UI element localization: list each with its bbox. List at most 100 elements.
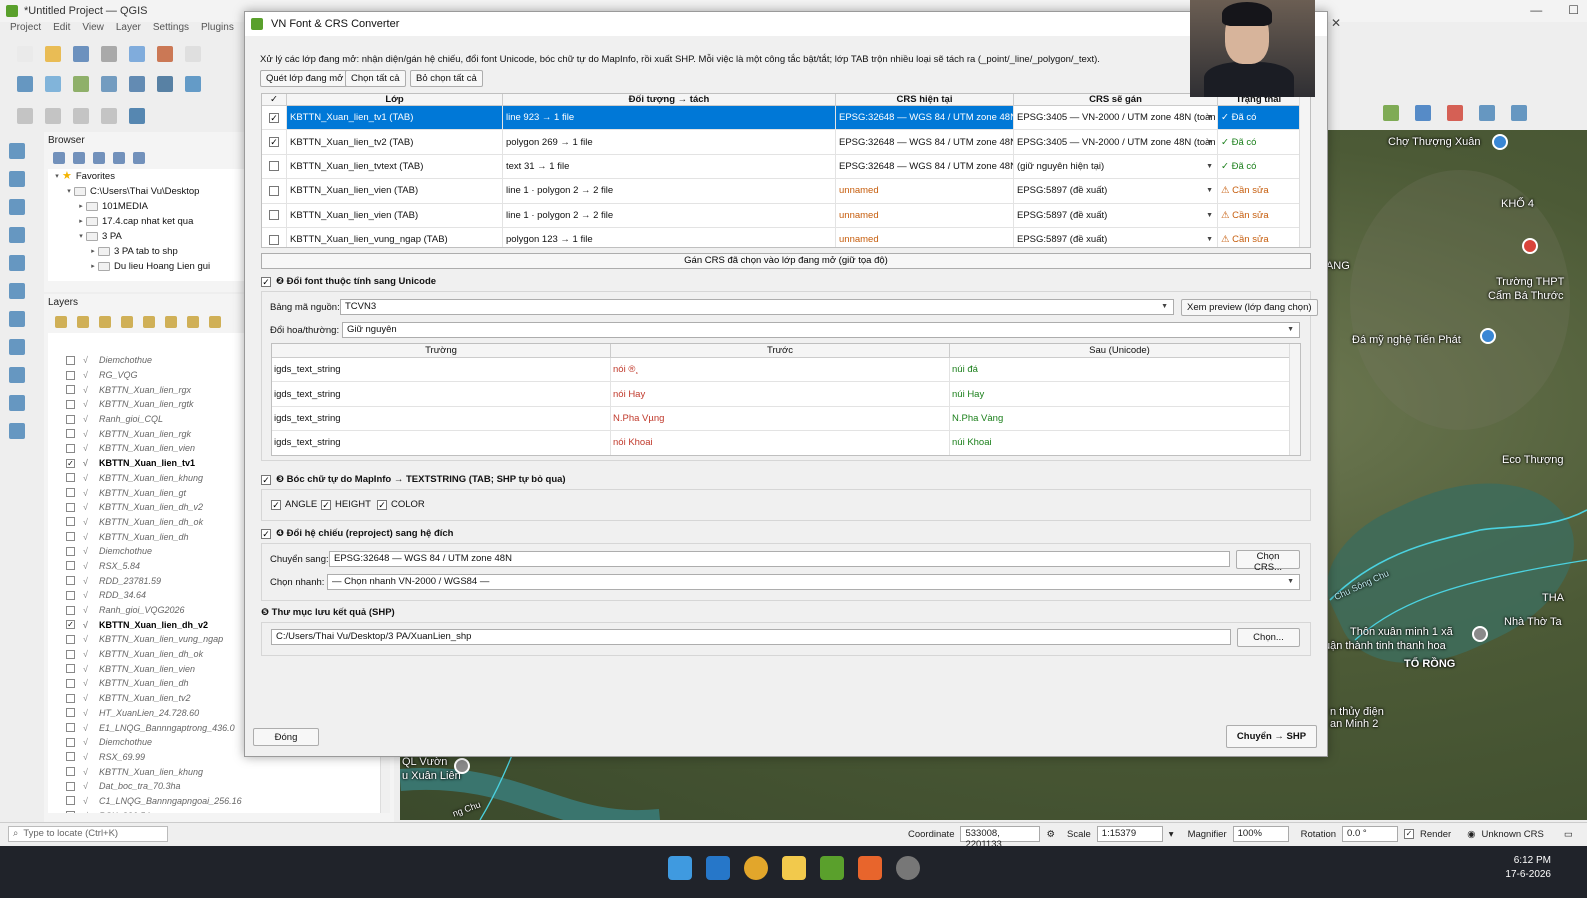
annotation-icon[interactable] bbox=[98, 105, 120, 127]
close-icon[interactable]: ✕ bbox=[1331, 16, 1341, 30]
refresh-icon[interactable] bbox=[72, 151, 86, 165]
expand-arrow-icon[interactable]: ▸ bbox=[88, 244, 98, 259]
messages-icon[interactable]: ▭ bbox=[1564, 829, 1573, 840]
identify-icon[interactable] bbox=[42, 105, 64, 127]
locator-search[interactable]: ⌕ Type to locate (Ctrl+K) bbox=[8, 825, 168, 842]
font-table-header-cell[interactable]: Sau (Unicode) bbox=[950, 344, 1290, 357]
expand-arrow-icon[interactable]: ▸ bbox=[76, 214, 86, 229]
target-crs-field[interactable]: EPSG:32648 — WGS 84 / UTM zone 48N bbox=[329, 551, 1230, 567]
add-table-icon[interactable] bbox=[6, 420, 28, 442]
layer-table-row[interactable]: KBTTN_Xuan_lien_vien (TAB) line 1 · polyg… bbox=[262, 203, 1310, 228]
layer-visibility-checkbox[interactable] bbox=[66, 767, 75, 777]
menu-item-edit[interactable]: Edit bbox=[53, 22, 70, 36]
georeferencer-icon[interactable] bbox=[1380, 102, 1402, 124]
add-group-icon[interactable] bbox=[76, 315, 90, 329]
expression-filter-icon[interactable] bbox=[142, 315, 156, 329]
menu-item-view[interactable]: View bbox=[82, 22, 104, 36]
layer-row-checkbox[interactable] bbox=[269, 161, 279, 172]
add-wfs-icon[interactable] bbox=[182, 73, 204, 95]
select-all-button[interactable]: Chọn tất cả bbox=[345, 70, 406, 87]
font-table-row[interactable]: igds_text_string N.Pha Vµng N.Pha Vàng bbox=[272, 406, 1300, 432]
globe-icon[interactable]: ◉ bbox=[1467, 829, 1475, 840]
layer-list-item[interactable]: √ C1_LNQG_Bannngapngoai_256.16 bbox=[48, 794, 390, 809]
new-project-icon[interactable] bbox=[14, 43, 36, 65]
menu-item-layer[interactable]: Layer bbox=[116, 22, 141, 36]
layer-visibility-checkbox[interactable] bbox=[66, 517, 75, 527]
obs-icon[interactable] bbox=[896, 856, 920, 880]
digitize-icon[interactable] bbox=[98, 73, 120, 95]
layer-visibility-checkbox[interactable] bbox=[66, 649, 75, 659]
target-crs-select[interactable]: (giữ nguyên hiện tại) ▼ bbox=[1014, 154, 1218, 179]
open-project-icon[interactable] bbox=[42, 43, 64, 65]
style-layer-icon[interactable] bbox=[54, 315, 68, 329]
deselect-all-button[interactable]: Bỏ chọn tất cả bbox=[410, 70, 483, 87]
layer-visibility-checkbox[interactable] bbox=[66, 385, 75, 395]
python-console-icon[interactable] bbox=[126, 105, 148, 127]
layer-list-item[interactable]: √ KBTTN_Xuan_lien_khung bbox=[48, 764, 390, 779]
place-pin-icon[interactable] bbox=[1472, 626, 1488, 642]
hospital-pin-icon[interactable] bbox=[1522, 238, 1538, 254]
quick-crs-select[interactable]: — Chọn nhanh VN-2000 / WGS84 — ▼ bbox=[327, 574, 1300, 590]
shop-pin-icon[interactable] bbox=[1480, 328, 1496, 344]
convert-to-shp-button[interactable]: Chuyển → SHP bbox=[1226, 725, 1317, 748]
font-table-header-cell[interactable]: Trước bbox=[611, 344, 950, 357]
minimize-icon[interactable]: — bbox=[1530, 3, 1542, 17]
mapinfo-option-height[interactable]: ✓ HEIGHT bbox=[321, 499, 371, 510]
target-crs-select[interactable]: EPSG:3405 — VN-2000 / UTM zone 48N (toàn… bbox=[1014, 130, 1218, 154]
add-spatialite-icon[interactable] bbox=[6, 252, 28, 274]
menu-item-settings[interactable]: Settings bbox=[153, 22, 189, 36]
font-table-row[interactable]: igds_text_string nói Khoai núi Khoai bbox=[272, 431, 1300, 455]
layer-visibility-checkbox[interactable]: ✓ bbox=[66, 620, 75, 630]
layer-visibility-checkbox[interactable] bbox=[66, 355, 75, 365]
coordinate-field[interactable]: 533008, 2201133 bbox=[960, 826, 1041, 850]
vscode-icon[interactable] bbox=[706, 856, 730, 880]
option-checkbox[interactable]: ✓ bbox=[271, 499, 281, 510]
expand-arrow-icon[interactable]: ▾ bbox=[64, 184, 74, 199]
expand-arrow-icon[interactable]: ▸ bbox=[76, 199, 86, 214]
target-crs-select[interactable]: EPSG:5897 (đề xuất) ▼ bbox=[1014, 179, 1218, 203]
layer-row-checkbox[interactable] bbox=[269, 234, 279, 245]
add-vector-icon[interactable] bbox=[6, 140, 28, 162]
layer-visibility-checkbox[interactable] bbox=[66, 781, 75, 791]
preview-button[interactable]: Xem preview (lớp đang chọn) bbox=[1181, 299, 1318, 316]
reproject-section-checkbox[interactable]: ✓ bbox=[261, 528, 271, 539]
map-poi-icon[interactable] bbox=[1492, 134, 1508, 150]
layer-visibility-checkbox[interactable] bbox=[66, 708, 75, 718]
measure-icon[interactable] bbox=[70, 105, 92, 127]
assign-crs-button[interactable]: Gán CRS đã chọn vào lớp đang mở (giữ tọa… bbox=[261, 253, 1311, 269]
taskbar-clock[interactable]: 6:12 PM 17-6-2026 bbox=[1505, 854, 1551, 882]
layer-visibility-checkbox[interactable] bbox=[66, 737, 75, 747]
choose-folder-button[interactable]: Chọn... bbox=[1237, 628, 1300, 647]
target-crs-select[interactable]: EPSG:5897 (đề xuất) ▼ bbox=[1014, 203, 1218, 227]
layer-table-scrollbar[interactable] bbox=[1299, 94, 1310, 247]
add-point-icon[interactable] bbox=[1444, 102, 1466, 124]
expand-all-icon[interactable] bbox=[164, 315, 178, 329]
layer-visibility-checkbox[interactable] bbox=[66, 723, 75, 733]
add-wms-layer-icon[interactable] bbox=[6, 308, 28, 330]
expand-arrow-icon[interactable]: ▾ bbox=[76, 229, 86, 244]
layer-visibility-checkbox[interactable] bbox=[66, 796, 75, 806]
pan-map-icon[interactable] bbox=[182, 43, 204, 65]
layer-row-checkbox[interactable]: ✓ bbox=[269, 137, 279, 148]
mapinfo-option-angle[interactable]: ✓ ANGLE bbox=[271, 499, 317, 510]
toggle-extents-icon[interactable]: ⚙ bbox=[1046, 829, 1055, 840]
close-dialog-button[interactable]: Đóng bbox=[253, 728, 319, 746]
layer-visibility-checkbox[interactable] bbox=[66, 752, 75, 762]
park-pin-icon[interactable] bbox=[454, 758, 470, 774]
font-table-scrollbar[interactable] bbox=[1289, 344, 1300, 455]
add-wcs-icon[interactable] bbox=[6, 336, 28, 358]
font-table-row[interactable]: igds_text_string nói Hay núi Hay bbox=[272, 382, 1300, 407]
layer-table-row[interactable]: KBTTN_Xuan_lien_vung_ngap (TAB) polygon 1… bbox=[262, 227, 1310, 247]
new-print-layout-icon[interactable] bbox=[98, 43, 120, 65]
add-wms-icon[interactable] bbox=[126, 73, 148, 95]
bookmark-icon[interactable] bbox=[1508, 102, 1530, 124]
file-explorer-icon[interactable] bbox=[782, 856, 806, 880]
layer-table-header-cell[interactable]: CRS sẽ gán bbox=[1014, 94, 1218, 105]
start-icon[interactable] bbox=[668, 856, 692, 880]
add-selected-icon[interactable] bbox=[52, 151, 66, 165]
crs-status-label[interactable]: Unknown CRS bbox=[1482, 829, 1544, 840]
layout-manager-icon[interactable] bbox=[126, 43, 148, 65]
target-crs-select[interactable]: EPSG:3405 — VN-2000 / UTM zone 48N (toàn… bbox=[1014, 106, 1218, 130]
render-checkbox[interactable]: ✓ bbox=[1404, 829, 1415, 839]
magnifier-field[interactable]: 100% bbox=[1232, 826, 1289, 842]
